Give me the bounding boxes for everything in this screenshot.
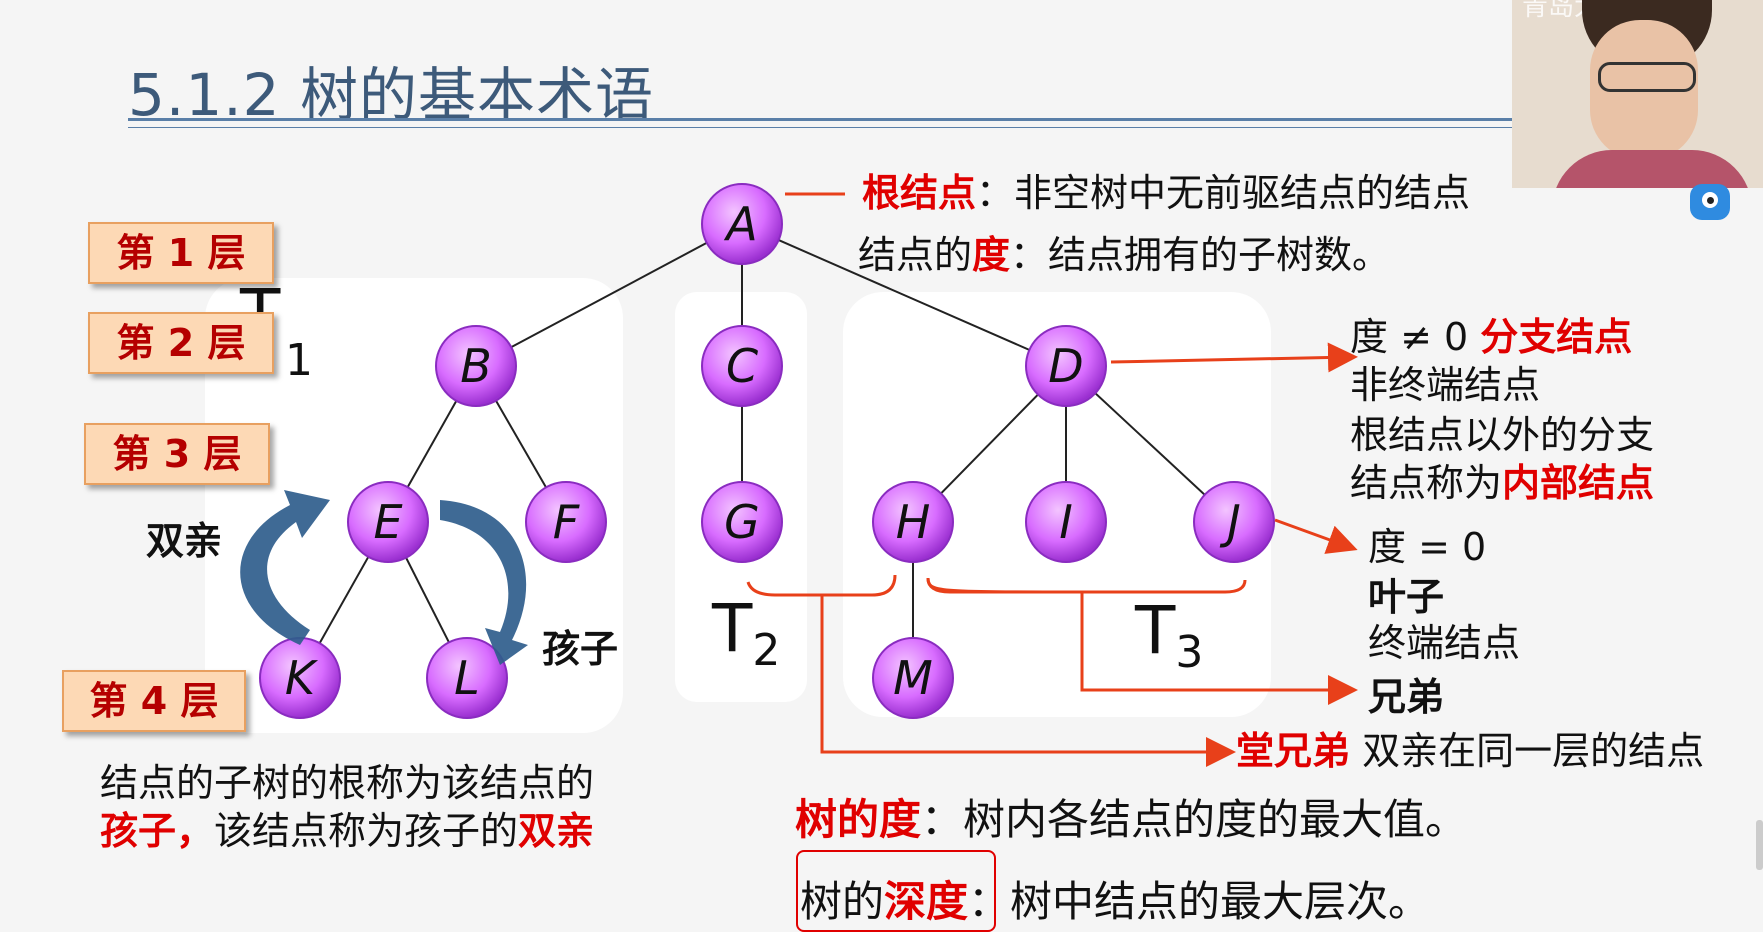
node-a-label: A xyxy=(723,197,757,251)
leaf-condition: 度 = 0 xyxy=(1368,525,1487,569)
internal-line3: 根结点以外的分支 xyxy=(1350,413,1655,457)
t1-sub-label: 1 xyxy=(285,335,313,386)
t3-label: T3 xyxy=(1135,592,1204,679)
level-1-label: 第 1 层 xyxy=(88,222,274,284)
degree-definition: 结点的度：结点拥有的子树数。 xyxy=(858,233,1391,277)
sibling-label: 兄弟 xyxy=(1368,675,1445,719)
presenter-glasses xyxy=(1598,62,1696,92)
presenter-clothes xyxy=(1552,150,1752,188)
level-4-label: 第 4 层 xyxy=(62,670,246,732)
node-i-label: I xyxy=(1059,495,1073,549)
parent-label: 双亲 xyxy=(146,519,223,563)
leaf-arrow xyxy=(1274,518,1358,554)
branch-condition: 度 ≠ 0 分支结点 xyxy=(1350,315,1633,359)
root-definition: 根结点：非空树中无前驱结点的结点 xyxy=(862,171,1471,215)
webcam-overlay: 青岛大学 · 王卓 xyxy=(1512,0,1763,188)
level-2-label: 第 2 层 xyxy=(88,312,274,374)
node-f-label: F xyxy=(553,495,580,549)
internal-line4: 结点称为内部结点 xyxy=(1350,461,1655,505)
node-g-label: G xyxy=(724,495,760,549)
node-l-label: L xyxy=(454,651,480,705)
node-b-label: B xyxy=(460,339,492,393)
node-h-label: H xyxy=(896,495,931,549)
parent-curved-arrow-icon xyxy=(240,490,330,645)
node-d-label: D xyxy=(1048,339,1083,393)
level-3-label: 第 3 层 xyxy=(84,423,270,485)
node-e-label: E xyxy=(373,495,402,549)
tree-degree-definition: 树的度：树内各结点的度的最大值。 xyxy=(795,795,1468,844)
cousin-definition: 堂兄弟 双亲在同一层的结点 xyxy=(1236,729,1705,773)
t2-label: T2 xyxy=(712,590,781,677)
branch-arrow xyxy=(1110,342,1358,373)
depth-handwritten-box xyxy=(796,850,996,932)
non-terminal-label: 非终端结点 xyxy=(1350,363,1541,407)
terminal-label: 终端结点 xyxy=(1368,621,1521,665)
node-c-label: C xyxy=(726,339,758,393)
child-definition-line2: 孩子，该结点称为孩子的双亲 xyxy=(100,809,595,853)
child-definition-line1: 结点的子树的根称为该结点的 xyxy=(100,761,595,805)
child-label: 孩子 xyxy=(542,627,619,671)
node-k-label: K xyxy=(285,651,319,705)
side-scroll-handle[interactable] xyxy=(1756,820,1763,870)
node-m-label: M xyxy=(893,651,933,705)
mascot-icon[interactable] xyxy=(1690,184,1730,220)
